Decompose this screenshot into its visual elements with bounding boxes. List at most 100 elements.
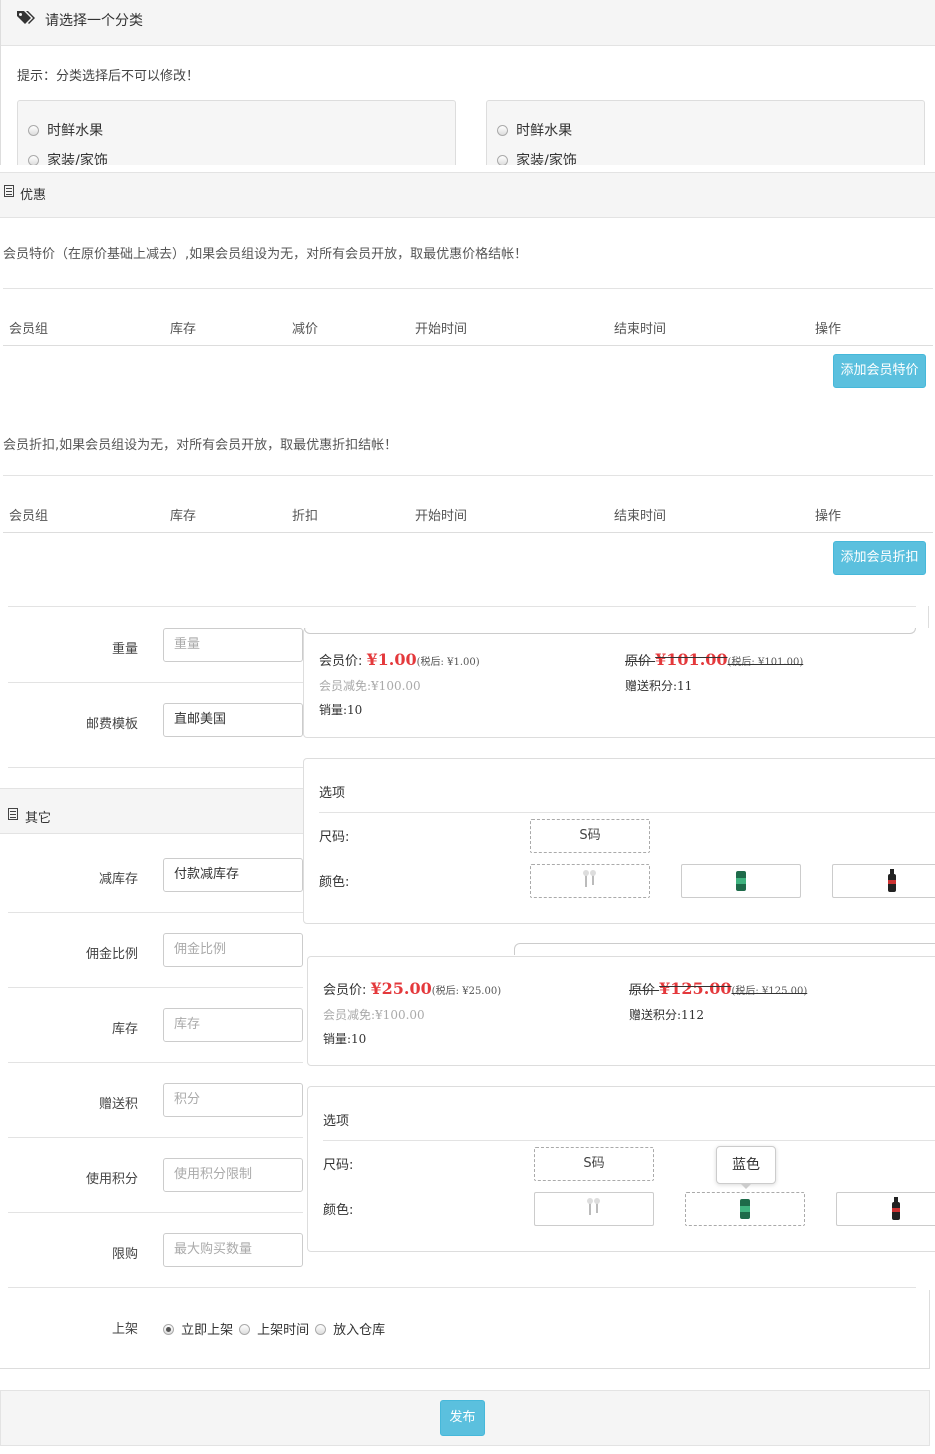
category-option[interactable]: 家装/家饰 — [497, 150, 577, 165]
category-header: 请选择一个分类 — [1, 0, 935, 46]
rate-col-end: 结束时间 — [614, 509, 667, 524]
options-title: 选项 — [319, 786, 346, 801]
category-option[interactable]: 家装/家饰 — [28, 150, 108, 165]
price-card-1: 会员价: ¥1.00(税后: ¥1.00) 原价 ¥101.00(税后: ¥10… — [303, 628, 935, 738]
category-panel: 请选择一个分类 提示：分类选择后不可以修改！ 时鲜水果 家装/家饰 时鲜水果 家… — [0, 0, 935, 165]
stock-mode-label: 减库存 — [98, 872, 138, 887]
special-col-start: 开始时间 — [415, 322, 468, 337]
rate-col-action: 操作 — [815, 509, 842, 524]
category-title: 请选择一个分类 — [45, 13, 143, 29]
category-hint: 提示：分类选择后不可以修改！ — [17, 69, 200, 84]
original-price: ¥125.00 — [659, 979, 732, 998]
radio-icon[interactable] — [497, 125, 508, 136]
discount-title: 优惠 — [20, 188, 47, 203]
color-option-black[interactable] — [836, 1192, 935, 1226]
member-price: ¥25.00 — [370, 979, 432, 998]
points-input[interactable]: 积分 — [163, 1083, 303, 1117]
sales-count: 销量:10 — [323, 1032, 367, 1046]
color-option-white[interactable] — [534, 1192, 654, 1226]
document-icon — [8, 808, 18, 820]
color-label: 颜色: — [323, 1203, 354, 1218]
shelf-option-time[interactable]: 上架时间 — [239, 1319, 309, 1338]
discount-rate-note: 会员折扣,如果会员组设为无，对所有会员开放，取最优惠折扣结帐！ — [3, 438, 398, 453]
color-option-blue[interactable] — [685, 1192, 805, 1226]
bottle-icon — [892, 1197, 900, 1220]
options-title: 选项 — [323, 1114, 350, 1129]
green-can-icon — [736, 871, 746, 891]
category-option[interactable]: 时鲜水果 — [497, 120, 572, 140]
member-price-row: 会员价: ¥25.00(税后: ¥25.00) — [323, 979, 502, 998]
original-price: ¥101.00 — [655, 650, 728, 669]
weight-input[interactable]: 重量 — [163, 628, 303, 662]
document-icon — [4, 185, 14, 197]
member-price: ¥1.00 — [366, 650, 417, 669]
size-option-s[interactable]: S码 — [534, 1147, 654, 1181]
other-title: 其它 — [25, 811, 52, 826]
earphones-icon — [583, 870, 596, 887]
add-special-price-button[interactable]: 添加会员特价 — [833, 354, 926, 388]
member-reduce: 会员减免:¥100.00 — [319, 679, 421, 693]
use-points-label: 使用积分 — [85, 1172, 138, 1187]
shelf-label: 上架 — [111, 1322, 138, 1337]
stock-input[interactable]: 库存 — [163, 1008, 303, 1042]
options-card-1: 选项 尺码: S码 颜色: — [303, 758, 935, 924]
size-label: 尺码: — [319, 830, 350, 845]
shelf-option-now[interactable]: 立即上架 — [163, 1319, 233, 1338]
rate-col-start: 开始时间 — [415, 509, 468, 524]
radio-icon[interactable] — [497, 155, 508, 165]
special-col-reduce: 减价 — [292, 322, 319, 337]
member-reduce: 会员减免:¥100.00 — [323, 1008, 425, 1022]
shipping-select[interactable]: 直邮美国 — [163, 703, 303, 737]
rate-col-rate: 折扣 — [292, 509, 319, 524]
footer-bar: 发布 — [0, 1390, 930, 1446]
original-price-row: 原价 ¥125.00(税后: ¥125.00) — [629, 979, 808, 998]
category-option[interactable]: 时鲜水果 — [28, 120, 103, 140]
radio-icon[interactable] — [163, 1324, 174, 1335]
category-box-right: 时鲜水果 家装/家饰 — [486, 100, 925, 165]
use-points-input[interactable]: 使用积分限制 — [163, 1158, 303, 1192]
bottle-icon — [888, 869, 896, 892]
shipping-label: 邮费模板 — [85, 717, 138, 732]
sales-count: 销量:10 — [319, 703, 363, 717]
original-price-row: 原价 ¥101.00(税后: ¥101.00) — [625, 650, 804, 669]
radio-icon[interactable] — [239, 1324, 250, 1335]
limit-label: 限购 — [111, 1247, 138, 1262]
radio-icon[interactable] — [28, 155, 39, 165]
gift-points: 赠送积分:11 — [625, 679, 693, 693]
size-option-s[interactable]: S码 — [530, 819, 650, 853]
tags-icon — [17, 11, 35, 24]
category-box-left: 时鲜水果 家装/家饰 — [17, 100, 456, 165]
special-col-action: 操作 — [815, 322, 842, 337]
earphones-icon — [587, 1198, 600, 1215]
gift-points: 赠送积分:112 — [629, 1008, 704, 1022]
special-col-end: 结束时间 — [614, 322, 667, 337]
radio-icon[interactable] — [28, 125, 39, 136]
special-col-stock: 库存 — [170, 322, 197, 337]
stock-mode-select[interactable]: 付款减库存 — [163, 858, 303, 892]
stock-label: 库存 — [111, 1022, 138, 1037]
add-discount-button[interactable]: 添加会员折扣 — [833, 541, 926, 575]
price-card-2: 会员价: ¥25.00(税后: ¥25.00) 原价 ¥125.00(税后: ¥… — [307, 956, 935, 1066]
rate-col-stock: 库存 — [170, 509, 197, 524]
special-price-note: 会员特价（在原价基础上减去）,如果会员组设为无，对所有会员开放，取最优惠价格结帐… — [3, 247, 528, 262]
shelf-option-warehouse[interactable]: 放入仓库 — [315, 1319, 385, 1338]
commission-label: 佣金比例 — [85, 947, 138, 962]
color-option-black[interactable] — [832, 864, 935, 898]
discount-header: 优惠 — [0, 172, 935, 218]
points-label: 赠送积 — [98, 1097, 138, 1112]
color-option-blue[interactable] — [681, 864, 801, 898]
commission-input[interactable]: 佣金比例 — [163, 933, 303, 967]
green-can-icon — [740, 1199, 750, 1219]
weight-label: 重量 — [111, 642, 138, 657]
size-label: 尺码: — [323, 1158, 354, 1173]
rate-col-group: 会员组 — [9, 509, 49, 524]
radio-icon[interactable] — [315, 1324, 326, 1335]
color-option-white[interactable] — [530, 864, 650, 898]
member-price-row: 会员价: ¥1.00(税后: ¥1.00) — [319, 650, 480, 669]
special-col-group: 会员组 — [9, 322, 49, 337]
publish-button[interactable]: 发布 — [440, 1400, 485, 1436]
other-header: 其它 — [0, 788, 303, 834]
limit-input[interactable]: 最大购买数量 — [163, 1233, 303, 1267]
color-tooltip: 蓝色 — [716, 1146, 776, 1189]
color-label: 颜色: — [319, 875, 350, 890]
